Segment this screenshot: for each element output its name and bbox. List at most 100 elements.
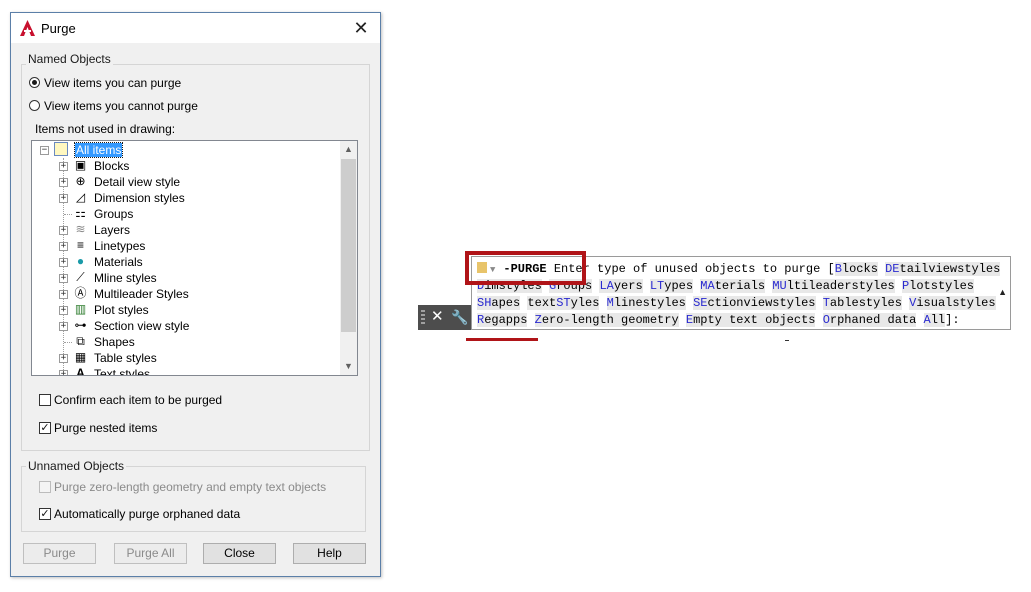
dialog-title: Purge <box>41 21 76 36</box>
expand-icon[interactable]: + <box>59 354 68 363</box>
title-bar[interactable]: Purge ✕ <box>11 13 380 43</box>
command-line-row-3: SHapes textSTyles Mlinestyles SEctionvie… <box>477 295 996 311</box>
expand-icon[interactable]: + <box>59 290 68 299</box>
purge-nested-checkbox[interactable]: ✓ <box>39 422 51 434</box>
view-can-purge-label[interactable]: View items you can purge <box>44 76 181 90</box>
drawing-icon <box>54 142 68 156</box>
command-line-toolbar[interactable]: ✕ 🔧 <box>418 305 471 330</box>
collapse-icon[interactable]: − <box>40 146 49 155</box>
cursor-mark <box>785 340 789 341</box>
tree-item-table-styles[interactable]: + ▦ Table styles <box>32 350 342 366</box>
tree-guide-line <box>64 342 72 343</box>
expand-icon[interactable]: + <box>59 242 68 251</box>
option-blocks[interactable]: Blocks <box>834 262 878 276</box>
tree-item-text-styles[interactable]: + A Text styles <box>32 366 342 376</box>
option-materials[interactable]: MAterials <box>700 279 766 293</box>
option-all[interactable]: All <box>923 313 946 327</box>
section-view-icon: ⊶ <box>74 318 87 332</box>
view-cannot-purge-radio[interactable] <box>29 100 40 111</box>
option-tablestyles[interactable]: Tablestyles <box>822 296 902 310</box>
layers-icon: ≋ <box>75 222 86 236</box>
tree-item-mline-styles[interactable]: + ⟋ Mline styles <box>32 270 342 286</box>
option-layers[interactable]: LAyers <box>599 279 643 293</box>
option-regapps[interactable]: Regapps <box>477 313 528 327</box>
tree-item-linetypes[interactable]: + ≡ Linetypes <box>32 238 342 254</box>
linetypes-icon: ≡ <box>76 238 84 252</box>
expand-icon[interactable]: + <box>59 194 68 203</box>
tree-item-label: Linetypes <box>94 239 146 253</box>
confirm-each-checkbox[interactable] <box>39 394 51 406</box>
tree-item-label: Layers <box>94 223 131 237</box>
wrench-icon[interactable]: 🔧 <box>451 308 468 326</box>
drag-handle-icon[interactable] <box>421 310 425 325</box>
tree-item-multileader-styles[interactable]: + Ⓐ Multileader Styles <box>32 286 342 302</box>
view-cannot-purge-label[interactable]: View items you cannot purge <box>44 99 198 113</box>
option-ltypes[interactable]: LTypes <box>649 279 694 293</box>
option-mlinestyles[interactable]: Mlinestyles <box>606 296 686 310</box>
plot-styles-icon: ▥ <box>74 302 87 316</box>
purge-all-button: Purge All <box>114 543 187 564</box>
option-visualstyles[interactable]: Visualstyles <box>909 296 996 310</box>
tree-item-plot-styles[interactable]: + ▥ Plot styles <box>32 302 342 318</box>
purge-dialog: Purge ✕ Named Objects View items you can… <box>10 12 381 577</box>
tree-item-groups[interactable]: ⚏ Groups <box>32 206 342 222</box>
option-plotstyles[interactable]: Plotstyles <box>901 279 974 293</box>
scroll-up-icon[interactable]: ▲ <box>998 287 1007 297</box>
option-empty-text-objects[interactable]: Empty text objects <box>685 313 816 327</box>
purge-zero-length-checkbox <box>39 481 51 493</box>
tree-item-label: All items <box>73 142 124 158</box>
command-end: ]: <box>945 313 960 327</box>
scroll-thumb[interactable] <box>341 159 356 332</box>
close-button[interactable]: Close <box>203 543 276 564</box>
scroll-down-icon[interactable]: ▼ <box>340 358 357 375</box>
option-orphaned-data[interactable]: Orphaned data <box>822 313 917 327</box>
scroll-up-icon[interactable]: ▲ <box>340 141 357 158</box>
command-prompt: Enter type of unused objects to purge [ <box>553 262 835 276</box>
expand-icon[interactable]: + <box>59 322 68 331</box>
expand-icon[interactable]: + <box>59 370 68 375</box>
materials-icon: ● <box>76 254 85 268</box>
tree-item-label: Detail view style <box>94 175 181 189</box>
view-can-purge-radio[interactable] <box>29 77 40 88</box>
tree-item-label: Materials <box>94 255 143 269</box>
purge-items-tree[interactable]: − All items + ▣ Blocks + ⊕ Detail view s… <box>31 140 358 376</box>
close-icon[interactable]: ✕ <box>350 17 372 39</box>
option-shapes[interactable]: SHapes <box>477 296 521 310</box>
confirm-each-label[interactable]: Confirm each item to be purged <box>54 393 222 407</box>
expand-icon[interactable]: + <box>59 178 68 187</box>
tree-item-materials[interactable]: + ● Materials <box>32 254 342 270</box>
tree-item-detail-view-style[interactable]: + ⊕ Detail view style <box>32 174 342 190</box>
tree-item-section-view-style[interactable]: + ⊶ Section view style <box>32 318 342 334</box>
purge-nested-label[interactable]: Purge nested items <box>54 421 157 435</box>
command-line-row-4: Regapps Zero-length geometry Empty text … <box>477 312 960 328</box>
auto-purge-orphaned-label[interactable]: Automatically purge orphaned data <box>54 507 240 521</box>
option-multileaderstyles[interactable]: MUltileaderstyles <box>772 279 895 293</box>
tree-item-blocks[interactable]: + ▣ Blocks <box>32 158 342 174</box>
help-button[interactable]: Help <box>293 543 366 564</box>
tree-scrollbar[interactable]: ▲ ▼ <box>340 141 357 375</box>
tree-item-label: Table styles <box>94 351 157 365</box>
auto-purge-orphaned-checkbox[interactable]: ✓ <box>39 508 51 520</box>
multileader-icon: Ⓐ <box>74 286 87 300</box>
purge-button: Purge <box>23 543 96 564</box>
option-sectionviewstyles[interactable]: SEctionviewstyles <box>693 296 816 310</box>
expand-icon[interactable]: + <box>59 274 68 283</box>
tree-guide-line <box>64 214 72 215</box>
items-list-label: Items not used in drawing: <box>35 122 176 136</box>
close-icon[interactable]: ✕ <box>431 308 444 326</box>
tree-item-layers[interactable]: + ≋ Layers <box>32 222 342 238</box>
tree-item-dimension-styles[interactable]: + ◿ Dimension styles <box>32 190 342 206</box>
tree-item-label: Text styles <box>94 367 151 376</box>
expand-icon[interactable]: + <box>59 162 68 171</box>
expand-icon[interactable]: + <box>59 258 68 267</box>
tree-item-label: Groups <box>94 207 134 221</box>
option-textstyles[interactable]: textSTyles <box>527 296 600 310</box>
expand-icon[interactable]: + <box>59 306 68 315</box>
expand-icon[interactable]: + <box>59 226 68 235</box>
detail-view-icon: ⊕ <box>75 174 86 188</box>
tree-item-shapes[interactable]: ⧉ Shapes <box>32 334 342 350</box>
option-detailviewstyles[interactable]: DEtailviewstyles <box>885 262 1001 276</box>
option-zero-length-geometry[interactable]: Zero-length geometry <box>534 313 679 327</box>
shapes-icon: ⧉ <box>76 334 85 348</box>
tree-item-all-items[interactable]: − All items <box>32 142 342 158</box>
